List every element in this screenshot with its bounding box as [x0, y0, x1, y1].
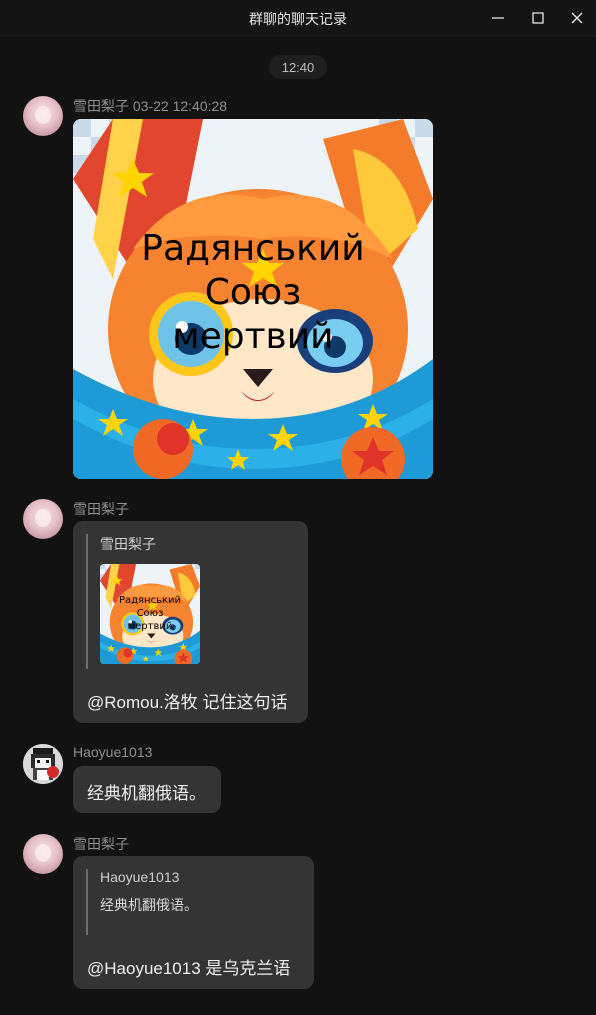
thumbnail-overlay-text: Радянський Союз мертвий — [100, 594, 200, 633]
overlay-line: Союз — [136, 608, 164, 619]
quote-sender: 雪田梨子 — [100, 536, 156, 552]
quoted-message[interactable]: 雪田梨子 Радянський Союз мертвий — [86, 534, 200, 669]
message-image[interactable]: Радянський Союз мертвий — [73, 119, 433, 479]
close-icon — [571, 12, 583, 24]
minimize-icon — [492, 17, 504, 19]
avatar[interactable] — [23, 96, 63, 136]
minimize-button[interactable] — [485, 6, 511, 30]
message-bubble[interactable]: Haoyue1013 经典机翻俄语。 @Haoyue1013 是乌克兰语 — [73, 856, 314, 989]
pixel-character-icon — [23, 744, 63, 784]
sender-name: 雪田梨子 — [73, 836, 129, 852]
message-bubble[interactable]: 经典机翻俄语。 — [73, 766, 221, 813]
close-button[interactable] — [564, 6, 590, 30]
message-text: @Romou.洛牧 记住这句话 — [87, 693, 288, 712]
avatar[interactable] — [23, 744, 63, 784]
overlay-line: Союз — [204, 272, 302, 313]
message-text: @Haoyue1013 是乌克兰语 — [87, 959, 291, 978]
time-divider: 12:40 — [269, 55, 327, 79]
title-bar: 群聊的聊天记录 — [0, 0, 596, 36]
overlay-line: Радянський — [118, 595, 182, 606]
message-bubble[interactable]: 雪田梨子 Радянський Союз мертвий @Romou.洛牧 记… — [73, 521, 308, 723]
quote-thumbnail[interactable]: Радянський Союз мертвий — [100, 564, 200, 664]
quote-sender: Haoyue1013 — [100, 869, 180, 885]
quoted-message[interactable]: Haoyue1013 经典机翻俄语。 — [86, 869, 198, 935]
overlay-line: мертвий — [172, 316, 334, 357]
message-text: 经典机翻俄语。 — [87, 784, 206, 803]
overlay-line: мертвий — [127, 621, 173, 632]
sender-name: Haoyue1013 — [73, 744, 153, 760]
avatar[interactable] — [23, 499, 63, 539]
maximize-icon — [532, 12, 544, 24]
avatar[interactable] — [23, 834, 63, 874]
maximize-button[interactable] — [525, 6, 551, 30]
sender-name: 雪田梨子 — [73, 501, 129, 517]
sender-name: 雪田梨子 03-22 12:40:28 — [73, 98, 228, 114]
overlay-line: Радянський — [141, 228, 365, 269]
image-overlay-text: Радянський Союз мертвий — [73, 227, 433, 359]
quote-text: 经典机翻俄语。 — [100, 897, 198, 913]
